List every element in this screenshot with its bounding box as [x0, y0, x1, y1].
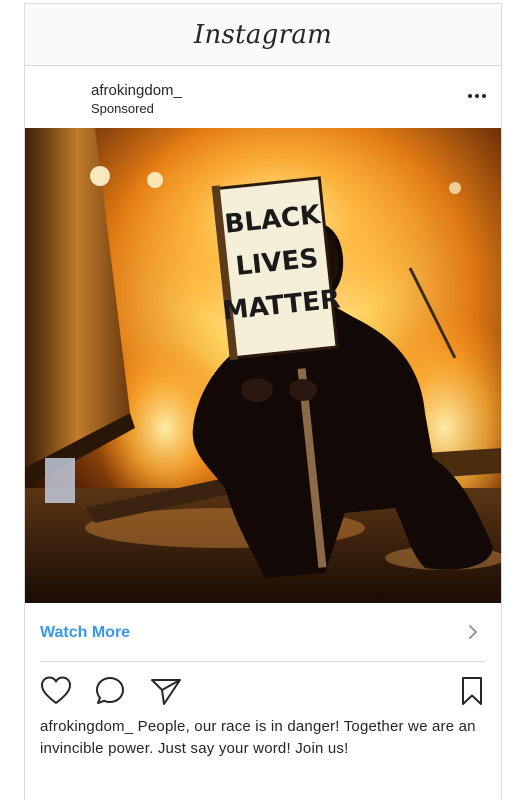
comment-icon[interactable] — [93, 674, 127, 708]
post-header: afrokingdom_ Sponsored — [25, 66, 501, 128]
instagram-frame: Instagram afrokingdom_ Sponsored BLACK L… — [24, 3, 502, 800]
post-caption: afrokingdom_ People, our race is in dang… — [40, 716, 490, 760]
watch-more-label: Watch More — [40, 624, 131, 641]
watch-more-button[interactable]: Watch More — [25, 604, 501, 662]
post-username[interactable]: afrokingdom_ — [91, 82, 182, 99]
top-bar: Instagram — [25, 4, 501, 66]
share-icon[interactable] — [149, 674, 183, 708]
instagram-logo: Instagram — [193, 19, 333, 50]
more-options-icon[interactable] — [465, 84, 489, 108]
divider — [40, 661, 486, 662]
sponsored-label: Sponsored — [91, 101, 154, 116]
caption-username[interactable]: afrokingdom_ — [40, 718, 133, 735]
bookmark-icon[interactable] — [455, 674, 489, 708]
avatar[interactable] — [35, 79, 71, 115]
action-bar — [25, 670, 501, 710]
post-image[interactable]: BLACK LIVES MATTER — [25, 128, 501, 603]
heart-icon[interactable] — [39, 674, 73, 708]
chevron-right-icon — [469, 625, 477, 639]
